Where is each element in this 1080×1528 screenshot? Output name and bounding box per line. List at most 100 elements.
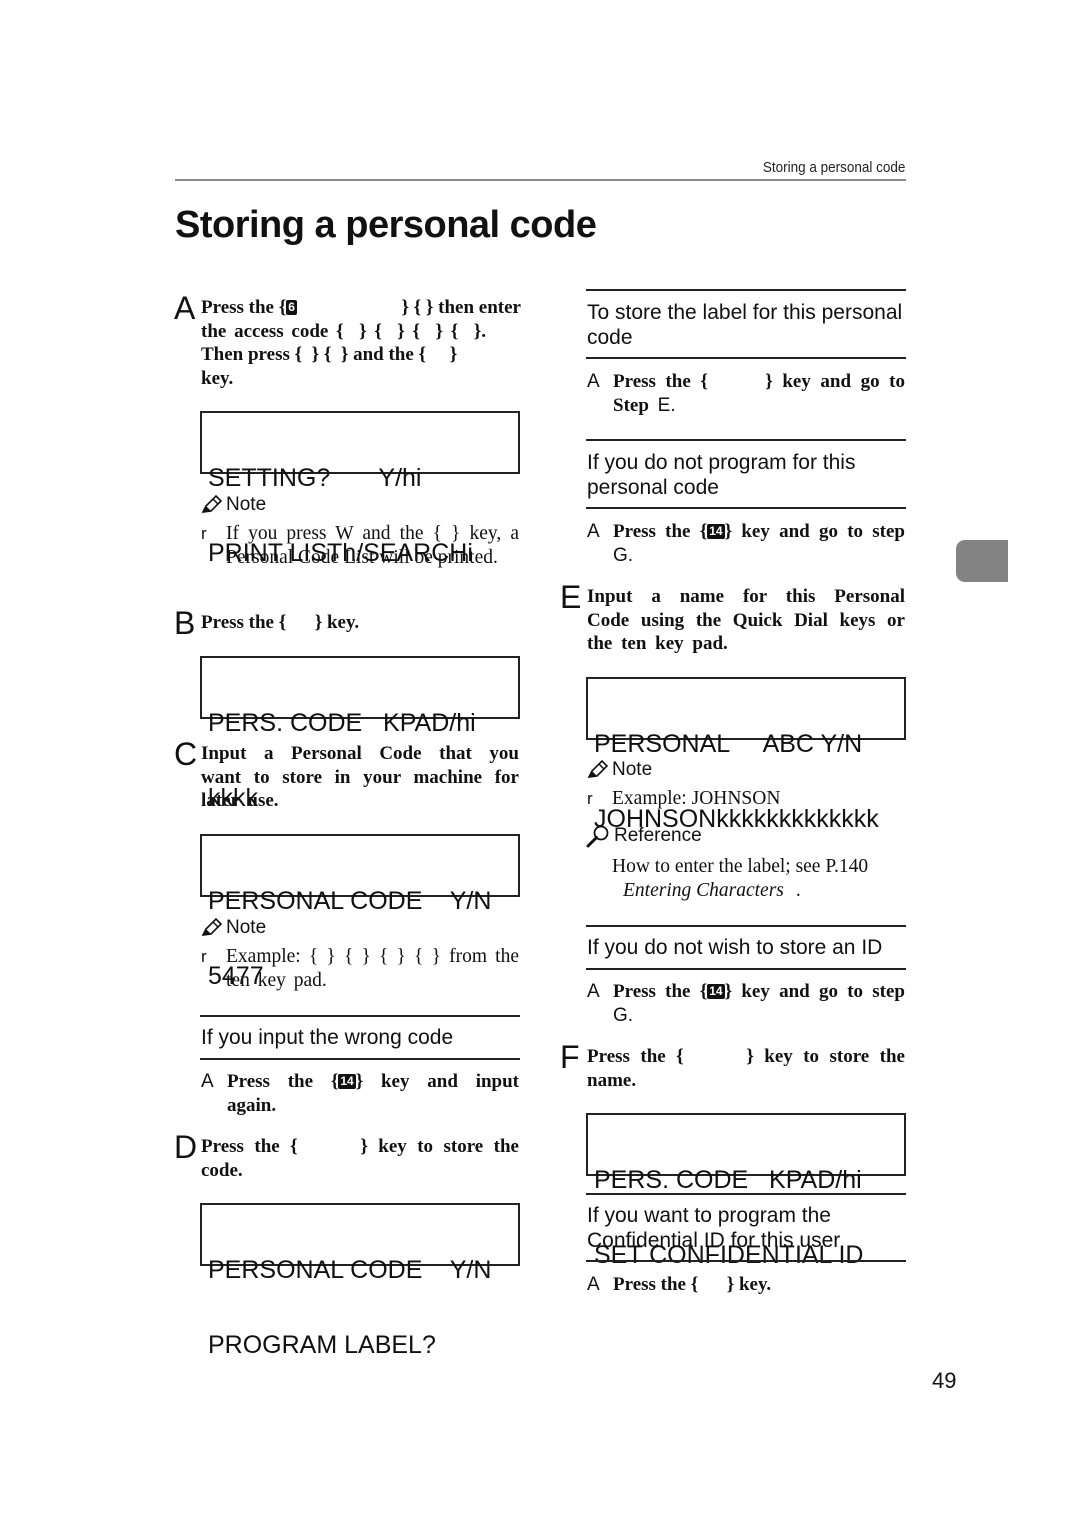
note-heading: Note: [586, 759, 652, 781]
bullet-marker: r: [201, 947, 207, 966]
step-reference[interactable]: G.: [613, 545, 633, 566]
lcd-display-pers-code: PERS. CODE KPAD/hi kkkk: [200, 656, 520, 811]
reference-title: Reference: [614, 825, 702, 846]
lcd-line-1: SETTING? Y/hi: [208, 464, 422, 492]
pencil-icon: [201, 495, 222, 513]
substep-program-id: A Press the { } key.: [587, 1273, 905, 1297]
substep-letter: A: [201, 1071, 214, 1092]
step-e: E Input a name for this Personal Code us…: [560, 581, 905, 656]
section-rule: [586, 289, 906, 291]
key-glyph-icon: 6: [286, 300, 297, 315]
reference-trail: .: [795, 879, 801, 901]
note-1-text: If you press W and the { } key, a Person…: [226, 523, 519, 568]
reference-link[interactable]: Entering Characters: [623, 880, 784, 901]
substep-letter: A: [587, 981, 600, 1002]
reference-text: How to enter the label; see P.140: [612, 856, 869, 877]
lcd-display-confidential-id: PERS. CODE KPAD/hi SET CONFIDENTIAL ID: [586, 1113, 906, 1268]
substep-wrong-code: A Press the {14} key and input again.: [201, 1070, 519, 1117]
step-letter: D: [174, 1129, 198, 1165]
subsection-heading: If you do not wish to store an ID: [587, 936, 883, 959]
subsection-heading: If you want to program the Confidential …: [587, 1204, 841, 1252]
lcd-line-1: PERSONAL CODE Y/N: [208, 887, 492, 915]
step-f: F Press the { } key to store the name.: [560, 1041, 914, 1092]
substep-letter: A: [587, 1274, 600, 1295]
step-d: D Press the { } key to store the code.: [174, 1131, 528, 1182]
note-3-body: r Example: JOHNSON: [587, 787, 905, 811]
step-c: C Input a Personal Code that you want to…: [174, 738, 519, 813]
section-rule: [586, 439, 906, 441]
note-title: Note: [612, 759, 653, 780]
step-letter: B: [174, 605, 196, 641]
chapter-thumb-tab: [956, 540, 1008, 582]
page-number: 49: [932, 1368, 957, 1393]
substep-no-id: A Press the {14} key and go to step G.: [587, 980, 906, 1027]
substep-letter: A: [587, 371, 600, 392]
step-reference[interactable]: G.: [613, 1005, 633, 1026]
note-title: Note: [226, 494, 267, 515]
note-heading: Note: [200, 917, 266, 939]
substep-text-post: } key and go to step: [724, 521, 906, 542]
substep-text-pre: Press the {: [613, 981, 708, 1002]
step-letter: E: [560, 579, 582, 615]
lcd-line-1: PERSONAL CODE Y/N: [208, 1256, 492, 1284]
section-rule: [200, 1058, 520, 1060]
header-rule: [175, 179, 906, 181]
subsection-heading: If you input the wrong code: [201, 1026, 454, 1049]
reference-heading: Reference: [586, 824, 702, 848]
lcd-line-2: PROGRAM LABEL?: [208, 1331, 436, 1359]
lcd-line-1: PERS. CODE KPAD/hi: [208, 709, 476, 737]
pencil-icon: [201, 918, 222, 936]
lcd-display-personal-name: PERSONAL ABC Y/N JOHNSONkkkkkkkkkkkkk: [586, 677, 906, 832]
section-rule: [586, 1193, 906, 1195]
step-a-line4: key.: [201, 367, 234, 389]
key-glyph-icon: 14: [707, 524, 725, 539]
step-letter: A: [174, 290, 196, 326]
step-b-text: Press the { } key.: [201, 612, 360, 633]
bullet-marker: r: [587, 789, 593, 808]
magnifier-icon: [586, 825, 609, 848]
note-title: Note: [226, 917, 267, 938]
note-3-text: Example: JOHNSON: [612, 788, 781, 809]
step-a-text: Press the {6 } { } then enter the access…: [201, 296, 521, 390]
subsection-heading: To store the label for this personal cod…: [587, 301, 903, 349]
lcd-line-1: PERS. CODE KPAD/hi: [594, 1166, 862, 1194]
lcd-line-1: PERSONAL ABC Y/N: [594, 730, 863, 758]
note-2-body: r Example: { } { } { } { } from the ten …: [201, 945, 519, 992]
step-reference[interactable]: E.: [658, 395, 676, 416]
substep-letter: A: [587, 521, 600, 542]
substep-text-post: } key and go to step: [724, 981, 906, 1002]
running-head: Storing a personal code: [762, 159, 905, 176]
reference-body: How to enter the label; see P.140 Enteri…: [612, 855, 907, 902]
section-rule: [586, 357, 906, 359]
pencil-icon: [587, 760, 608, 778]
substep-no-program: A Press the {14} key and go to step G.: [587, 520, 906, 567]
step-a: A Press the {6 } { } then enter the acce…: [174, 292, 521, 390]
subsection-heading: If you do not program for this personal …: [587, 451, 856, 499]
page-title: Storing a personal code: [175, 204, 597, 246]
substep-text-pre: Press the {: [613, 521, 708, 542]
section-rule: [200, 1015, 520, 1017]
key-glyph-icon: 14: [338, 1074, 356, 1089]
step-letter: C: [174, 736, 198, 772]
key-glyph-icon: 14: [707, 984, 725, 999]
step-e-text: Input a name for this Personal Code usin…: [587, 586, 905, 654]
step-b: B Press the { } key.: [174, 607, 521, 639]
step-a-line3: Then press { } { } and the { }: [201, 344, 458, 365]
note-heading: Note: [200, 494, 266, 516]
lcd-display-personal-code: PERSONAL CODE Y/N 5477: [200, 834, 520, 989]
section-rule: [586, 925, 906, 927]
step-d-text: Press the { } key to store the code.: [201, 1136, 528, 1181]
lcd-display-setting: SETTING? Y/hi PRINT LISTh/SEARCHi: [200, 411, 520, 566]
step-f-text: Press the { } key to store the name.: [587, 1046, 914, 1091]
substep-text-pre: Press the {: [227, 1071, 339, 1092]
section-rule: [586, 1260, 906, 1262]
bullet-marker: r: [201, 524, 207, 543]
step-a-line1-pre: Press the {: [201, 297, 287, 318]
substep-text: Press the { } key.: [613, 1274, 772, 1295]
section-rule: [586, 507, 906, 509]
note-2-text: Example: { } { } { } { } from the ten ke…: [226, 946, 519, 991]
step-a-line1-post: } { } then enter: [401, 297, 521, 318]
step-letter: F: [560, 1039, 580, 1075]
section-rule: [586, 968, 906, 970]
lcd-display-program-label: PERSONAL CODE Y/N PROGRAM LABEL?: [200, 1203, 520, 1358]
